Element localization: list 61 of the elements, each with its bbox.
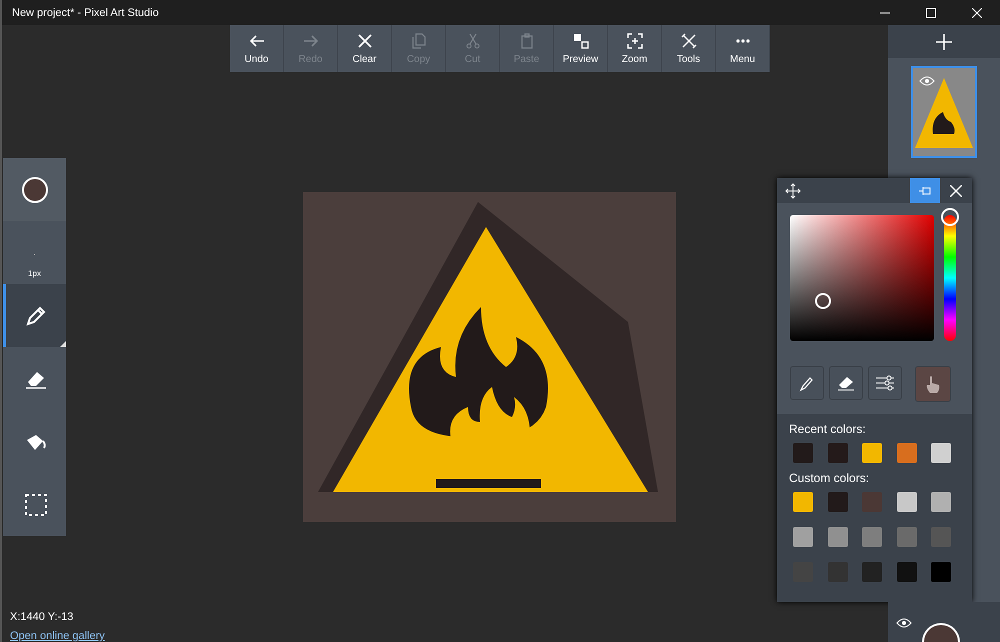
copy-icon: [410, 32, 426, 48]
color-swatch[interactable]: [896, 562, 916, 582]
selection-icon: [24, 492, 48, 516]
color-swatch[interactable]: [862, 562, 882, 582]
saturation-value-area[interactable]: [790, 215, 934, 341]
paste-icon: [518, 32, 534, 48]
color-swatch[interactable]: [931, 562, 951, 582]
toolbar-button[interactable]: Zoom: [608, 25, 662, 72]
color-swatch[interactable]: [896, 443, 916, 463]
color-cursor[interactable]: [815, 293, 831, 309]
toolbar-button[interactable]: Undo: [230, 25, 284, 72]
color-swatch[interactable]: [931, 492, 951, 512]
menu-icon: [734, 38, 750, 42]
preview-icon: [572, 32, 588, 48]
color-swatch[interactable]: [793, 527, 813, 547]
color-swatch[interactable]: [896, 492, 916, 512]
toolbar-button[interactable]: Menu: [716, 25, 770, 72]
move-icon[interactable]: [785, 182, 801, 198]
undo-icon: [248, 32, 264, 48]
hazard-sign-drawing[interactable]: [303, 192, 676, 522]
touch-button[interactable]: [915, 366, 951, 402]
color-swatch[interactable]: [793, 443, 813, 463]
brush-size-label: 1px: [28, 269, 41, 278]
online-gallery-link[interactable]: Open online gallery: [10, 630, 105, 642]
color-swatch[interactable]: [862, 443, 882, 463]
eraser-button[interactable]: [829, 366, 863, 400]
pencil-icon: [25, 304, 47, 326]
color-swatch[interactable]: [931, 527, 951, 547]
toolbar-button[interactable]: Preview: [554, 25, 608, 72]
cursor-coordinates: X:1440 Y:-13: [10, 611, 74, 623]
color-swatch[interactable]: [862, 527, 882, 547]
color-swatch[interactable]: [828, 443, 848, 463]
close-icon: [950, 184, 962, 196]
tool-button[interactable]: [3, 284, 66, 347]
redo-icon: [302, 32, 318, 48]
eye-icon[interactable]: [896, 618, 912, 628]
custom-colors-label: Custom colors:: [789, 471, 870, 485]
cut-icon: [464, 32, 480, 48]
color-swatch[interactable]: [931, 443, 951, 463]
color-swatch[interactable]: [793, 492, 813, 512]
add-layer-icon[interactable]: [936, 34, 952, 50]
tools-icon: [680, 32, 696, 48]
hand-icon: [925, 374, 941, 394]
color-swatch[interactable]: [828, 527, 848, 547]
adjustments-button[interactable]: [868, 366, 902, 400]
hue-thumb[interactable]: [941, 208, 959, 226]
pin-icon: [918, 186, 932, 196]
eraser-icon: [836, 375, 856, 391]
toolbar-button[interactable]: Clear: [338, 25, 392, 72]
toolbar-button[interactable]: Tools: [662, 25, 716, 72]
zoom-icon: [626, 32, 642, 48]
layer-color-swatch[interactable]: [922, 623, 960, 642]
clear-icon: [356, 32, 372, 48]
sliders-icon: [875, 375, 895, 391]
eyedropper-button[interactable]: [790, 366, 824, 400]
color-swatch[interactable]: [896, 527, 916, 547]
color-swatch[interactable]: [828, 562, 848, 582]
recent-colors-label: Recent colors:: [789, 422, 866, 436]
window-title: New project* - Pixel Art Studio: [12, 6, 160, 18]
current-color-swatch[interactable]: [22, 176, 48, 202]
color-swatch[interactable]: [828, 492, 848, 512]
